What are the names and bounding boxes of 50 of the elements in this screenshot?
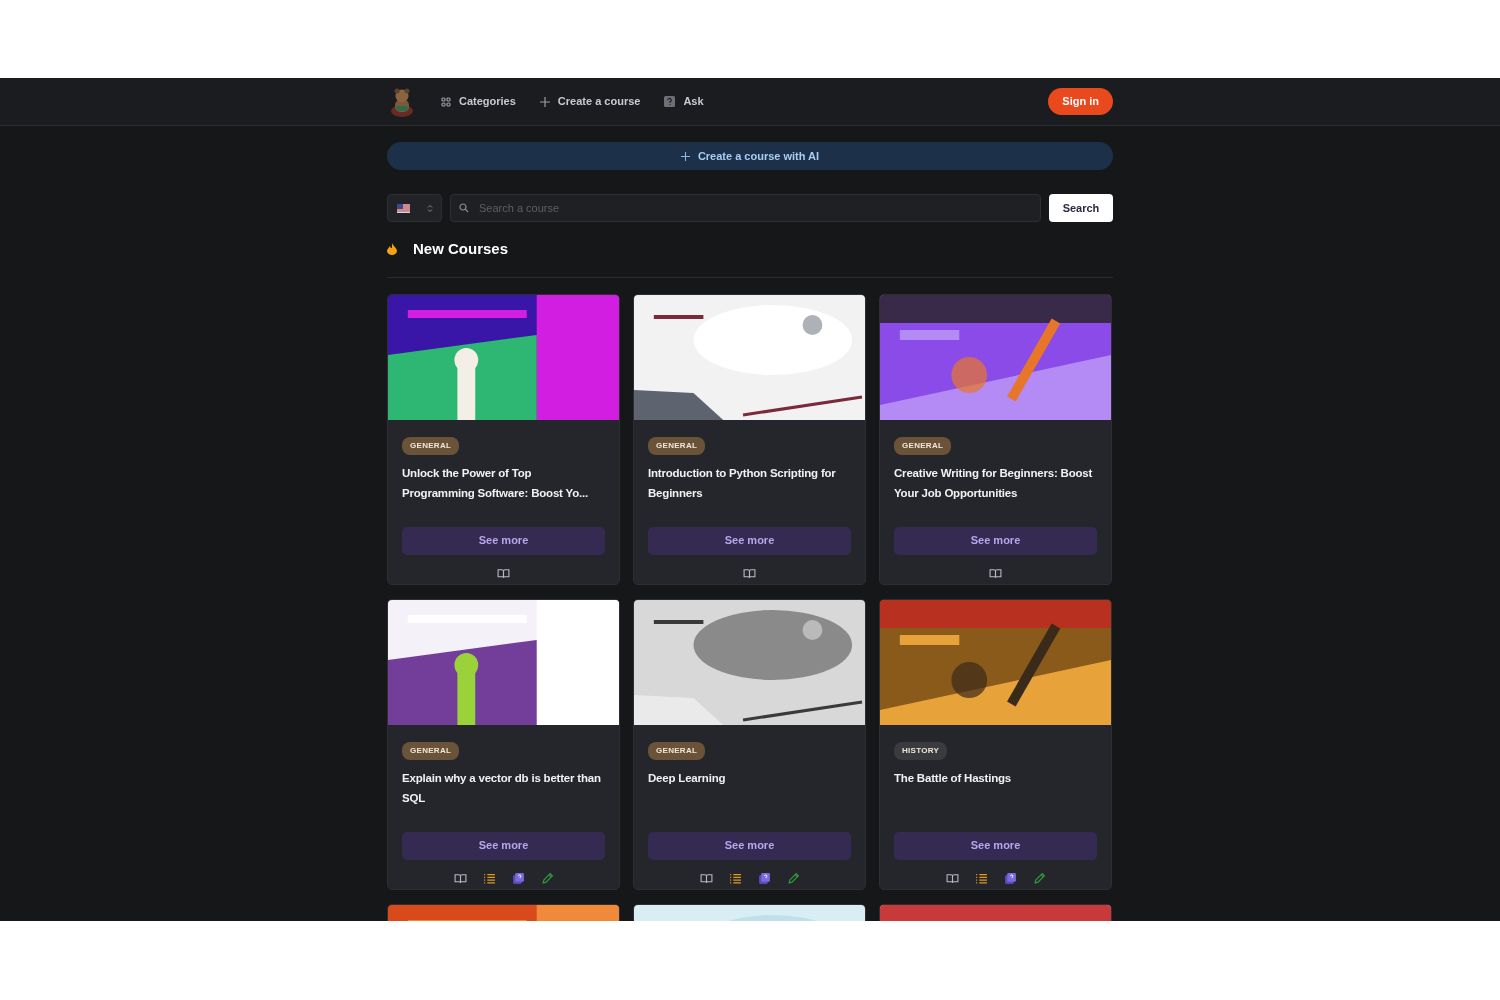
flame-icon (387, 243, 397, 256)
pencil-icon[interactable] (786, 871, 800, 885)
search-field[interactable]: Search a course (450, 194, 1041, 222)
course-title: Unlock the Power of Top Programming Software: Boost Yo... (402, 465, 589, 501)
sign-in-button[interactable]: Sign in (1048, 88, 1113, 115)
course-title: Introduction to Python Scripting for Beginners (648, 465, 837, 501)
book-icon[interactable] (989, 566, 1002, 580)
list-icon[interactable] (728, 871, 742, 885)
pencil-icon[interactable] (540, 871, 554, 885)
nav-link[interactable]: Ask (664, 93, 704, 110)
category-tag: GENERAL (894, 436, 952, 455)
course-title: Creative Writing for Beginners: Boost Your Job Opportunities (894, 465, 1094, 501)
flag-icon (396, 203, 410, 213)
see-more-button[interactable]: See more (894, 831, 1097, 860)
quiz-icon[interactable] (511, 871, 525, 885)
see-more-button[interactable]: See more (648, 526, 851, 555)
category-tag: GENERAL (648, 436, 706, 455)
quiz-icon[interactable] (757, 871, 771, 885)
see-more-button[interactable]: See more (402, 526, 605, 555)
chevron-icon (426, 203, 433, 213)
see-more-button[interactable]: See more (894, 526, 1097, 555)
book-icon[interactable] (945, 871, 959, 885)
language-select[interactable] (387, 194, 442, 222)
nav-link[interactable]: Create a course (539, 93, 641, 110)
course-title: The Battle of Hastings (894, 770, 1012, 786)
create-with-ai-button[interactable]: Create a course with AI (387, 142, 1113, 170)
category-tag: GENERAL (402, 741, 460, 760)
plus-icon (680, 151, 690, 161)
nav-link[interactable]: Categories (441, 93, 516, 110)
pencil-icon[interactable] (1032, 871, 1046, 885)
quiz-icon[interactable] (1003, 871, 1017, 885)
question-icon (664, 96, 676, 107)
course-title: Explain why a vector db is better than SQL (402, 770, 602, 806)
category-tag: GENERAL (402, 436, 460, 455)
list-icon[interactable] (482, 871, 496, 885)
book-icon[interactable] (453, 871, 467, 885)
search-button[interactable]: Search (1049, 194, 1113, 222)
search-icon (459, 203, 469, 213)
plus-icon (539, 96, 550, 107)
list-icon[interactable] (974, 871, 988, 885)
see-more-button[interactable]: See more (648, 831, 851, 860)
category-tag: GENERAL (648, 741, 706, 760)
grid-icon (441, 96, 451, 107)
book-icon[interactable] (699, 871, 713, 885)
section-title: New Courses (413, 239, 509, 259)
book-icon[interactable] (743, 566, 756, 580)
category-tag: HISTORY (894, 741, 948, 760)
see-more-button[interactable]: See more (402, 831, 605, 860)
course-title: Deep Learning (648, 770, 727, 786)
book-icon[interactable] (497, 566, 510, 580)
